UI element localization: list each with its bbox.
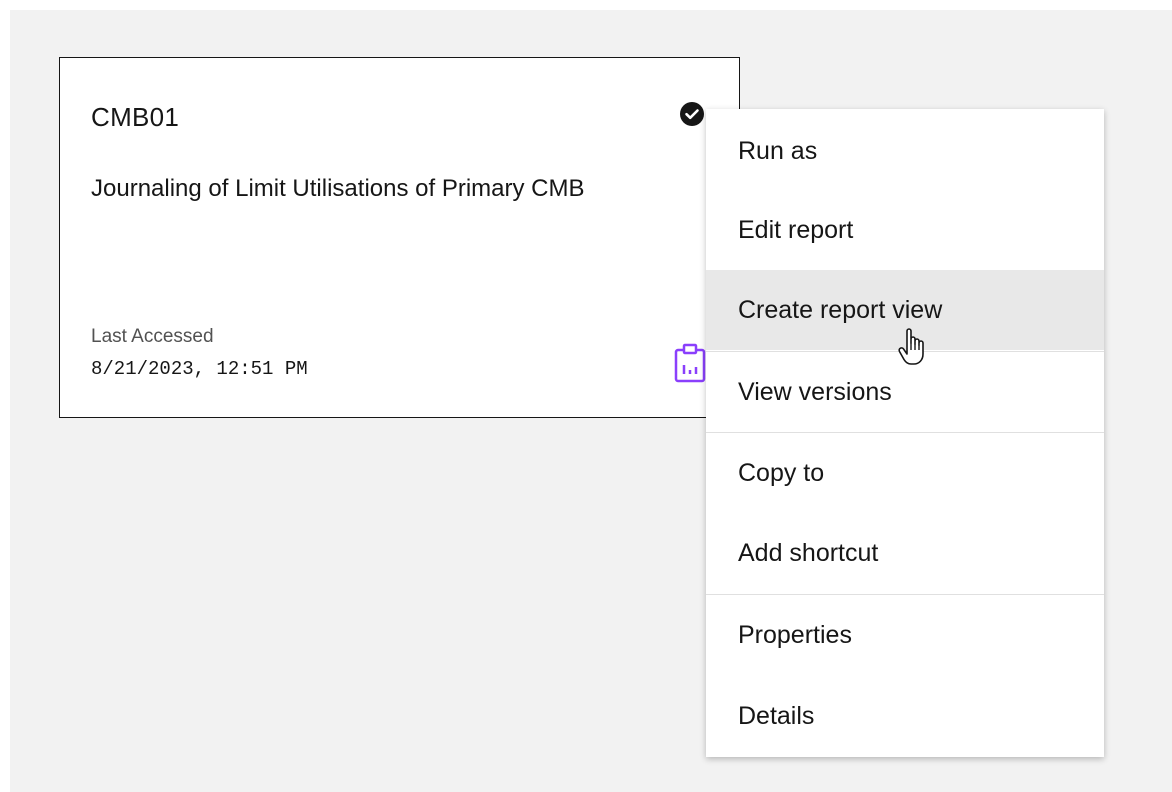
menu-item-edit-report[interactable]: Edit report [706,190,1104,270]
tile-description: Journaling of Limit Utilisations of Prim… [91,175,585,202]
overflow-menu: Run as Edit report Create report view Vi… [706,109,1104,757]
last-accessed-label: Last Accessed [91,326,214,347]
menu-item-properties[interactable]: Properties [706,595,1104,675]
report-tile[interactable]: CMB01 Journaling of Limit Utilisations o… [59,57,740,418]
checkmark-filled-icon[interactable] [679,101,705,127]
last-accessed-value: 8/21/2023, 12:51 PM [91,358,308,380]
tile-title: CMB01 [91,102,180,132]
hand-pointer-icon [898,328,924,365]
menu-item-add-shortcut[interactable]: Add shortcut [706,513,1104,593]
report-icon [674,343,706,383]
menu-item-run-as[interactable]: Run as [706,111,1104,191]
menu-item-copy-to[interactable]: Copy to [706,433,1104,513]
menu-item-details[interactable]: Details [706,676,1104,756]
